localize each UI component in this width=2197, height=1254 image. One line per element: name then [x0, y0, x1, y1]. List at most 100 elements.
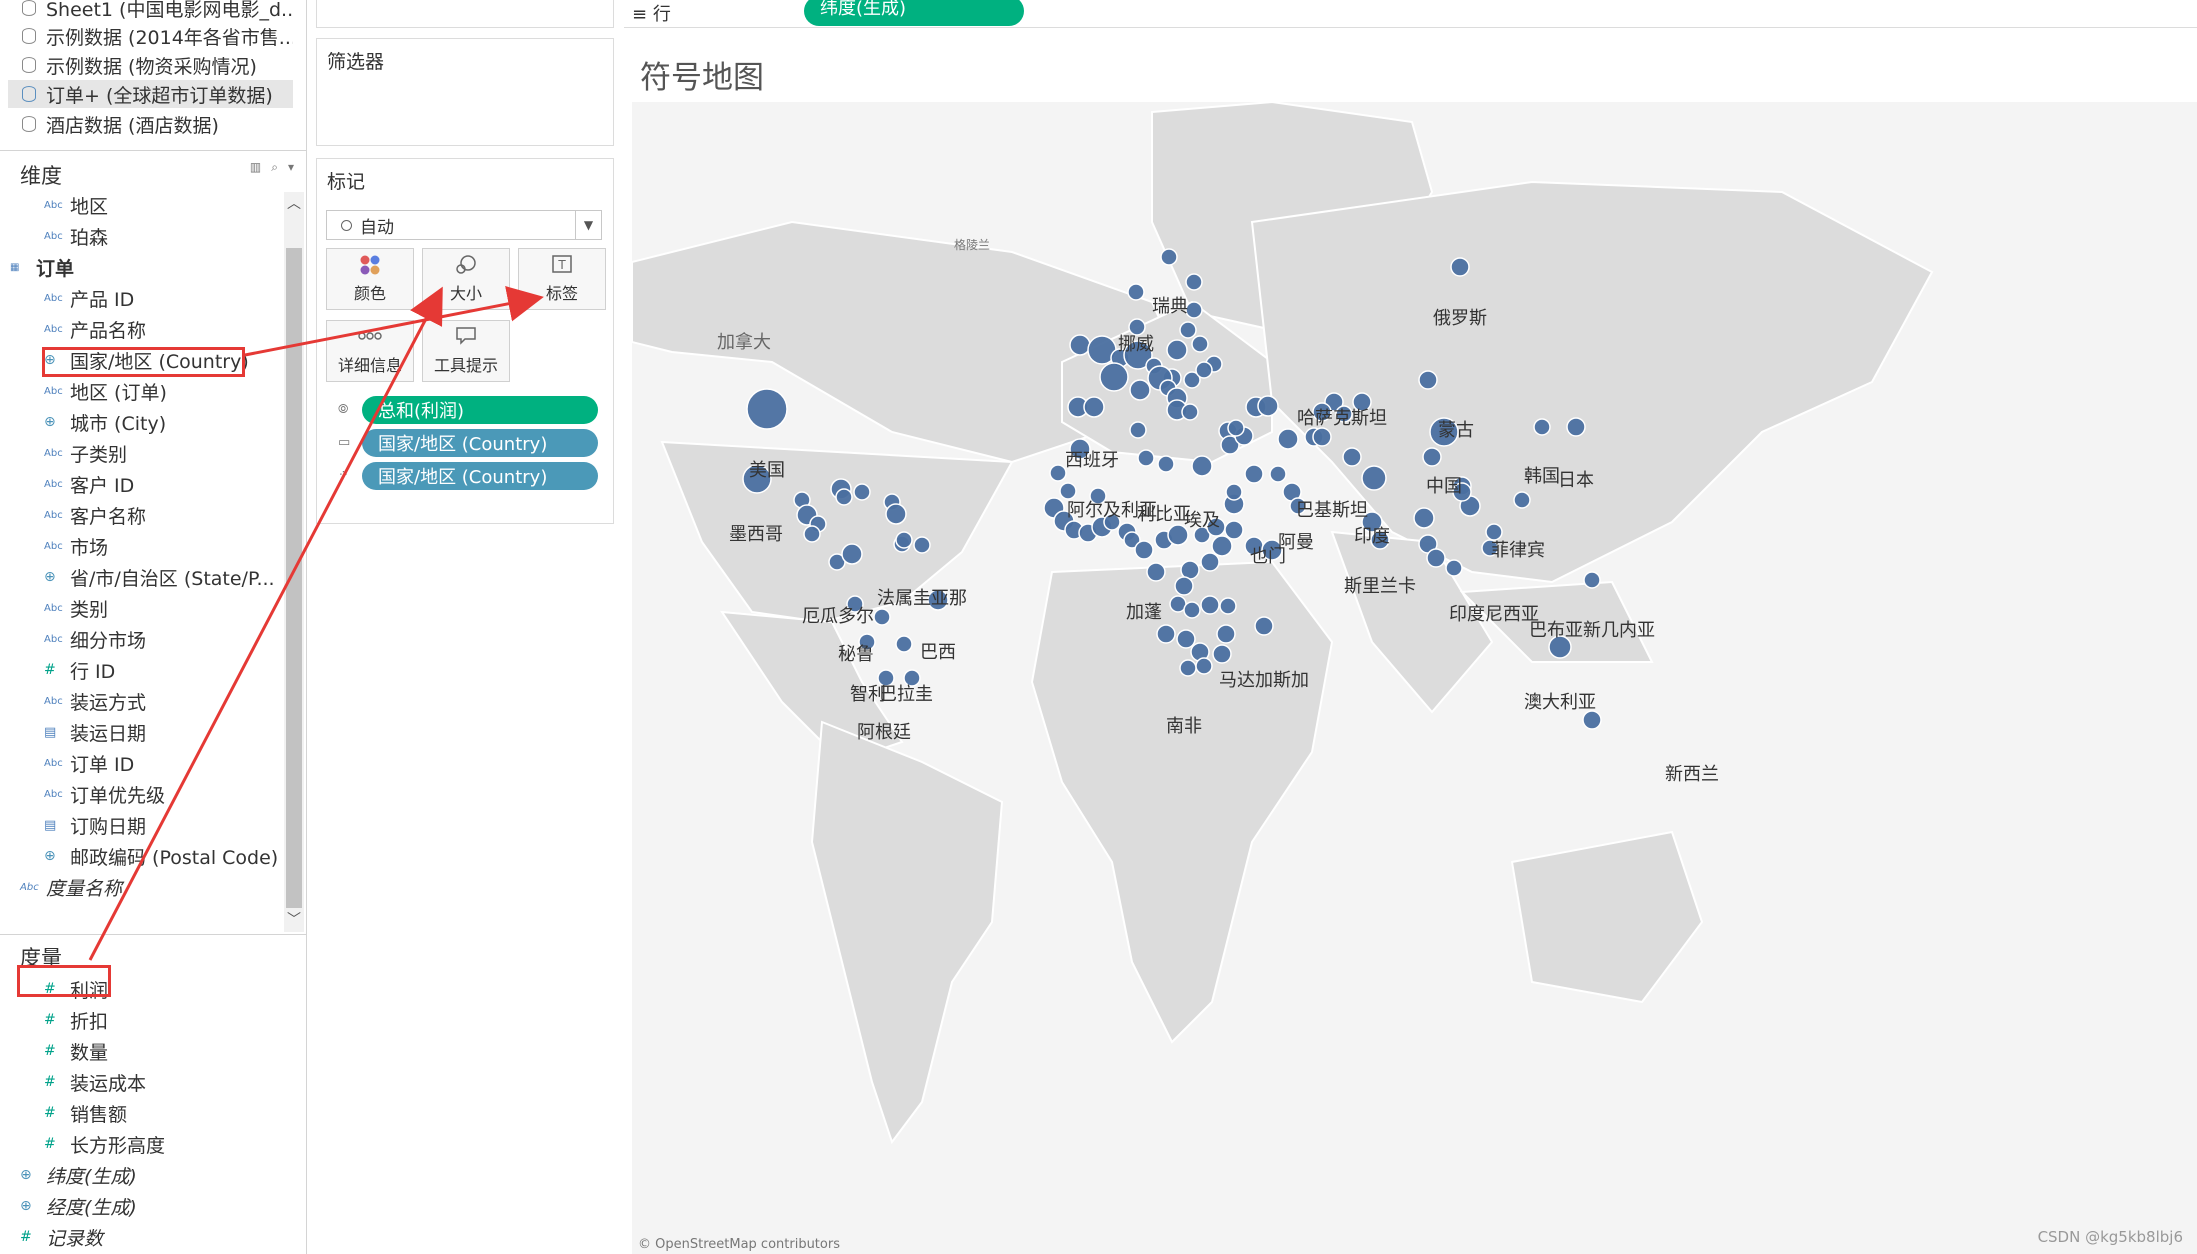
- field-item[interactable]: Abc 子类别: [0, 438, 282, 468]
- profit-symbol[interactable]: [1200, 595, 1220, 615]
- profit-symbol[interactable]: [1069, 334, 1091, 356]
- marks-pill-profit[interactable]: 总和(利润): [362, 396, 598, 424]
- profit-symbol[interactable]: [1179, 321, 1197, 339]
- profit-symbol[interactable]: [1533, 418, 1551, 436]
- profit-symbol[interactable]: [913, 536, 931, 554]
- datasource-item[interactable]: 示例数据 (2014年各省市售...: [8, 22, 293, 50]
- profit-symbol[interactable]: [1450, 257, 1470, 277]
- profit-symbol[interactable]: [1166, 339, 1188, 361]
- rows-pill-latitude[interactable]: 纬度(生成): [804, 0, 1024, 26]
- profit-symbol[interactable]: [1422, 447, 1442, 467]
- profit-symbol[interactable]: [1225, 483, 1243, 501]
- profit-symbol[interactable]: [1219, 597, 1237, 615]
- profit-symbol[interactable]: [1185, 273, 1203, 291]
- datasource-item[interactable]: Sheet1 (中国电影网电影_d...: [8, 0, 293, 22]
- datasource-item[interactable]: 示例数据 (物资采购情况): [8, 51, 293, 79]
- field-item[interactable]: # 数量: [0, 1036, 282, 1066]
- scroll-down-icon[interactable]: ﹀: [284, 908, 304, 932]
- detail-button[interactable]: 详细信息: [326, 320, 414, 382]
- field-item[interactable]: Abc 珀森: [0, 221, 282, 251]
- color-button[interactable]: 颜色: [326, 248, 414, 310]
- profit-symbol[interactable]: [853, 483, 871, 501]
- profit-symbol[interactable]: [1185, 301, 1203, 319]
- profit-symbol[interactable]: [1211, 535, 1233, 557]
- profit-symbol[interactable]: [1224, 520, 1244, 540]
- field-item[interactable]: ⊕ 城市 (City): [0, 407, 282, 437]
- field-item[interactable]: # 行 ID: [0, 655, 282, 685]
- profit-symbol[interactable]: [1176, 629, 1196, 649]
- profit-symbol[interactable]: [1191, 455, 1213, 477]
- field-item[interactable]: ⊕ 邮政编码 (Postal Code): [0, 841, 282, 871]
- profit-symbol[interactable]: [1426, 548, 1446, 568]
- profit-symbol[interactable]: [1083, 396, 1105, 418]
- field-item[interactable]: # 记录数: [0, 1222, 282, 1252]
- field-item[interactable]: ▤ 装运日期: [0, 717, 282, 747]
- dropdown-icon[interactable]: ▾: [288, 160, 294, 175]
- field-item[interactable]: ▤ 订购日期: [0, 810, 282, 840]
- profit-symbol[interactable]: [885, 503, 907, 525]
- field-item[interactable]: Abc 订单优先级: [0, 779, 282, 809]
- profit-symbol[interactable]: [803, 525, 821, 543]
- profit-symbol[interactable]: [1445, 559, 1463, 577]
- field-item[interactable]: Abc 产品 ID: [0, 283, 282, 313]
- field-item[interactable]: # 长方形高度: [0, 1129, 282, 1159]
- profit-symbol[interactable]: [1254, 616, 1274, 636]
- profit-symbol[interactable]: [835, 488, 853, 506]
- profit-symbol[interactable]: [1129, 379, 1151, 401]
- profit-symbol[interactable]: [1195, 361, 1213, 379]
- profit-symbol[interactable]: [1146, 562, 1166, 582]
- datasource-item-active[interactable]: 订单+ (全球超市订单数据): [8, 80, 293, 108]
- profit-symbol[interactable]: [895, 531, 913, 549]
- profit-symbol[interactable]: [1269, 465, 1287, 483]
- profit-symbol[interactable]: [1134, 540, 1154, 560]
- field-item[interactable]: Abc 地区: [0, 192, 282, 220]
- field-item[interactable]: ⊕ 经度(生成): [0, 1191, 282, 1221]
- profit-symbol[interactable]: [1156, 624, 1176, 644]
- profit-symbol[interactable]: [895, 635, 913, 653]
- profit-symbol[interactable]: [1583, 571, 1601, 589]
- profit-symbol[interactable]: [873, 608, 891, 626]
- field-item[interactable]: Abc 市场: [0, 531, 282, 561]
- profit-symbol[interactable]: [1312, 427, 1332, 447]
- field-item[interactable]: ⊕ 省/市/自治区 (State/P...: [0, 562, 282, 592]
- profit-symbol[interactable]: [1566, 417, 1586, 437]
- field-item[interactable]: # 销售额: [0, 1098, 282, 1128]
- marks-pill-country-detail[interactable]: 国家/地区 (Country): [362, 462, 598, 490]
- profit-symbol[interactable]: [1129, 421, 1147, 439]
- profit-symbol[interactable]: [1257, 395, 1279, 417]
- field-item[interactable]: ▦ 订单: [0, 252, 282, 282]
- profit-symbol[interactable]: [1216, 624, 1236, 644]
- chevron-down-icon[interactable]: ▼: [575, 211, 601, 239]
- field-item[interactable]: Abc 装运方式: [0, 686, 282, 716]
- profit-symbol[interactable]: [1418, 370, 1438, 390]
- profit-symbol[interactable]: [746, 388, 788, 430]
- scroll-thumb[interactable]: [286, 248, 302, 908]
- profit-symbol[interactable]: [1277, 428, 1299, 450]
- field-item[interactable]: # 装运成本: [0, 1067, 282, 1097]
- profit-symbol[interactable]: [1212, 644, 1232, 664]
- field-item[interactable]: Abc 细分市场: [0, 624, 282, 654]
- field-item[interactable]: Abc 度量名称: [0, 872, 282, 902]
- field-item[interactable]: Abc 订单 ID: [0, 748, 282, 778]
- profit-symbol[interactable]: [1342, 447, 1362, 467]
- profit-symbol[interactable]: [1179, 659, 1197, 677]
- profit-symbol[interactable]: [1181, 403, 1199, 421]
- datasource-item[interactable]: 酒店数据 (酒店数据): [8, 110, 293, 138]
- field-item[interactable]: Abc 产品名称: [0, 314, 282, 344]
- view-toggle-icon[interactable]: ▥: [250, 160, 261, 175]
- tooltip-button[interactable]: 工具提示: [422, 320, 510, 382]
- field-item[interactable]: Abc 地区 (订单): [0, 376, 282, 406]
- search-icon[interactable]: ⌕: [271, 160, 278, 175]
- profit-symbol[interactable]: [1195, 657, 1213, 675]
- marks-pill-country-label[interactable]: 国家/地区 (Country): [362, 429, 598, 457]
- size-button[interactable]: 大小: [422, 248, 510, 310]
- profit-symbol[interactable]: [1160, 248, 1178, 266]
- field-item[interactable]: Abc 类别: [0, 593, 282, 623]
- rows-shelf[interactable]: ≡ 行 纬度(生成): [624, 0, 2197, 28]
- profit-symbol[interactable]: [1361, 465, 1387, 491]
- profit-symbol[interactable]: [1191, 335, 1209, 353]
- profit-symbol[interactable]: [1183, 601, 1201, 619]
- scroll-up-icon[interactable]: ︿: [284, 192, 304, 216]
- field-item[interactable]: Abc 客户名称: [0, 500, 282, 530]
- field-item[interactable]: Abc 客户 ID: [0, 469, 282, 499]
